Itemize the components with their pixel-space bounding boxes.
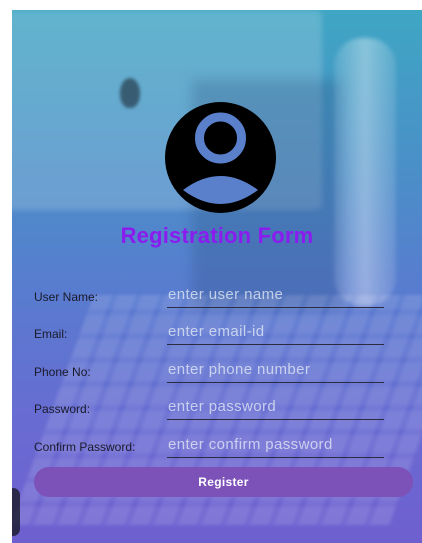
email-input[interactable] [167,319,384,345]
page-title: Registration Form [120,223,314,248]
form-row-password: Password: [12,394,422,424]
email-label: Email: [34,327,68,341]
user-circle-icon [165,102,276,213]
background-edge-shadow [12,488,20,536]
form-row-username: User Name: [12,282,422,312]
phone-label: Phone No: [34,365,91,379]
confirm-password-label: Confirm Password: [34,440,136,454]
background-bottle [334,38,396,306]
form-row-email: Email: [12,319,422,349]
registration-screen: Registration Form User Name: Email: Phon… [12,10,422,543]
form-row-confirm-password: Confirm Password: [12,432,422,462]
register-button[interactable]: Register [34,467,413,497]
confirm-password-input[interactable] [167,432,384,458]
username-label: User Name: [34,290,99,304]
password-input[interactable] [167,394,384,420]
username-input[interactable] [167,282,384,308]
password-label: Password: [34,402,91,416]
background-apple-logo [120,78,140,108]
phone-input[interactable] [167,357,384,383]
form-row-phone: Phone No: [12,357,422,387]
